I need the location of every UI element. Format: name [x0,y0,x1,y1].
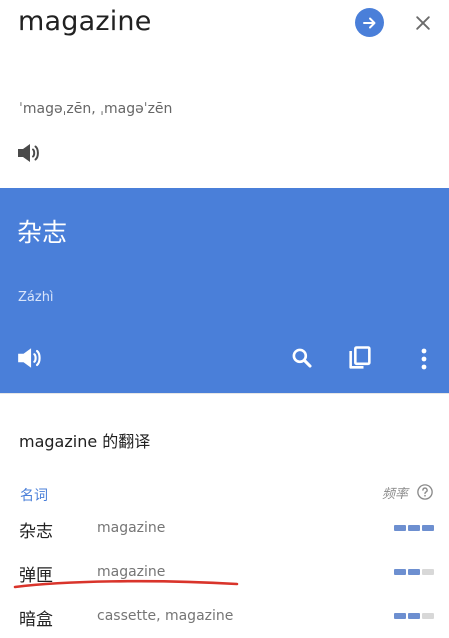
translation-term: 暗盒 [19,610,53,630]
translation-card: 杂志 Zázhì [0,188,449,393]
more-vert-icon [421,348,427,370]
copy-button[interactable] [346,344,374,372]
speaker-icon [18,144,39,162]
source-listen-button[interactable] [16,142,42,164]
frequency-bar-segment [394,569,406,575]
frequency-bar-segment [394,613,406,619]
translate-go-button[interactable] [355,8,384,37]
source-card: magazine ˈmagəˌzēn, ˌmagəˈzēn [0,0,449,188]
source-text[interactable]: magazine [18,6,152,37]
translated-text: 杂志 [17,218,68,247]
list-item[interactable]: 暗盒 cassette, magazine [0,601,449,633]
translation-term: 杂志 [19,522,53,542]
close-icon [416,16,430,30]
speaker-icon [18,348,41,368]
more-options-button[interactable] [414,346,434,372]
frequency-bar-segment [408,569,420,575]
frequency-bars [394,569,434,575]
back-translations: magazine [97,520,166,536]
search-button[interactable] [289,345,315,371]
frequency-bar-segment [408,525,420,531]
frequency-bar-segment [394,525,406,531]
copy-icon [349,346,371,369]
dictionary-card: magazine 的翻译 名词 频率 杂志 magazine 弹匣 magazi… [0,393,449,638]
frequency-bar-segment [422,613,434,619]
frequency-bar-segment [422,525,434,531]
clear-button[interactable] [410,10,436,36]
frequency-label: 频率 [382,487,409,502]
search-icon [292,348,312,368]
red-underline-annotation [13,579,239,589]
help-circle-icon [417,484,433,500]
list-item[interactable]: 杂志 magazine [0,513,449,545]
frequency-help-button[interactable] [416,483,434,501]
romanization: Zázhì [18,290,54,305]
frequency-bar-segment [408,613,420,619]
frequency-bar-segment [422,569,434,575]
frequency-bars [394,613,434,619]
phonetic-transcription: ˈmagəˌzēn, ˌmagəˈzēn [19,101,173,117]
frequency-bars [394,525,434,531]
part-of-speech-label: 名词 [20,488,48,504]
back-translations: cassette, magazine [97,608,234,624]
arrow-right-circle-icon [362,17,375,28]
translation-listen-button[interactable] [16,346,44,370]
dictionary-title: magazine 的翻译 [19,432,151,451]
